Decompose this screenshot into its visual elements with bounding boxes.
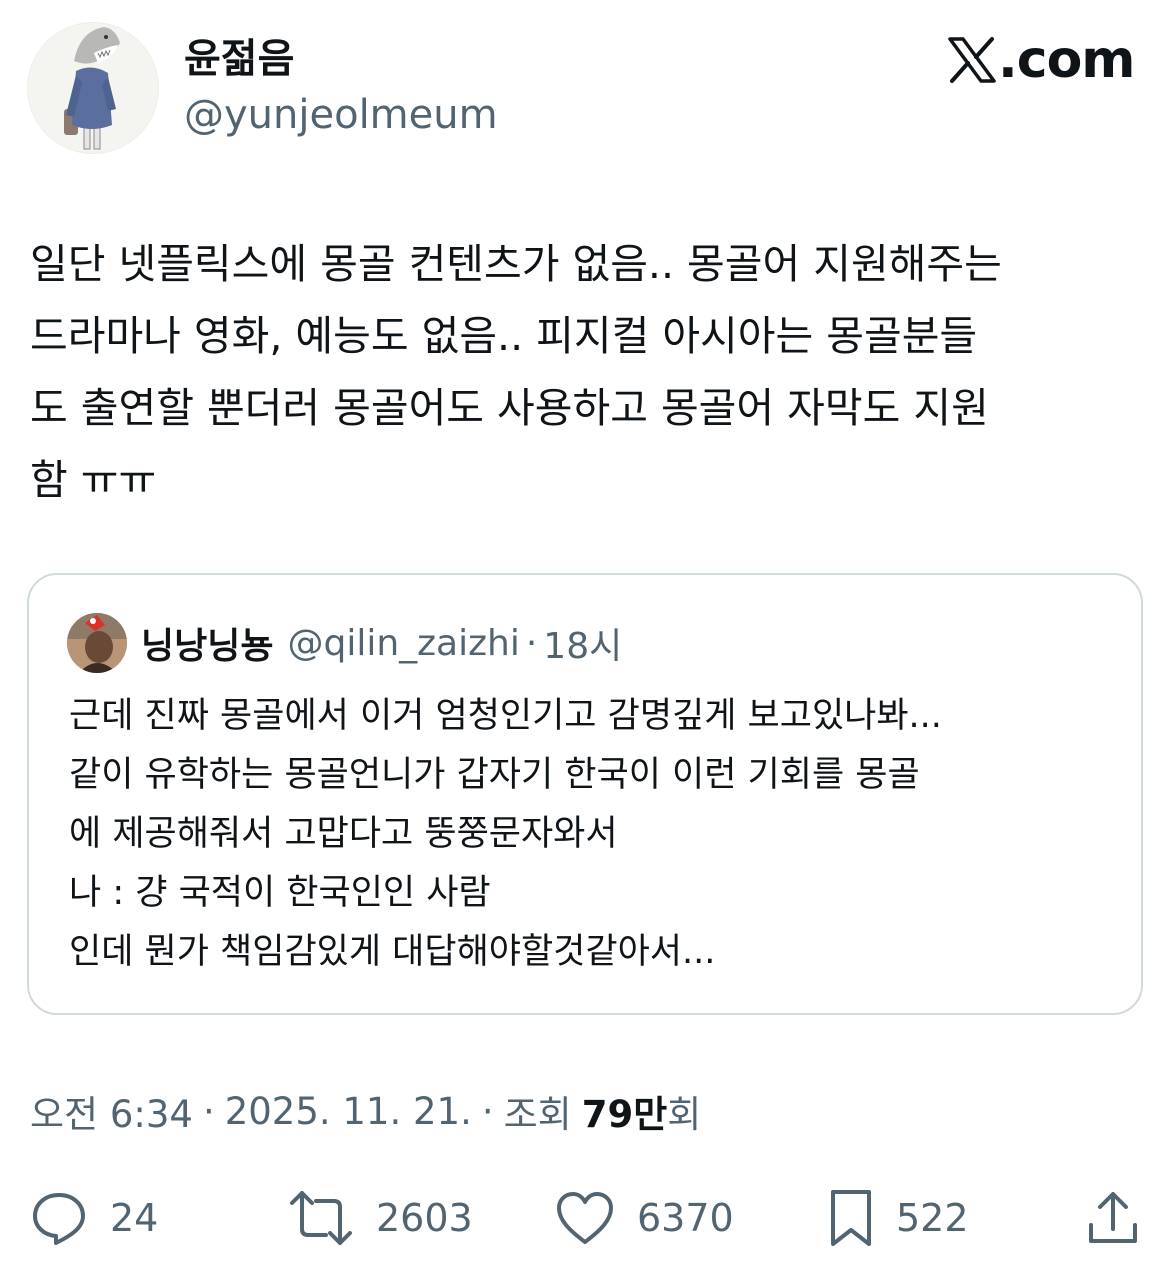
quoted-line: 근데 진짜 몽골에서 이거 엄청인기고 감명깊게 보고있나봐... bbox=[69, 696, 942, 736]
quoted-author-avatar[interactable] bbox=[67, 613, 127, 673]
quoted-header: 닝낭닝뇽 @qilin_zaizhi · 18시 bbox=[141, 617, 622, 669]
tweet-line: 함 ㅠㅠ bbox=[30, 456, 157, 504]
x-logo-icon bbox=[948, 37, 996, 83]
reply-button[interactable]: 24 bbox=[30, 1186, 158, 1250]
x-brand: .com bbox=[948, 30, 1135, 90]
quoted-tweet-card[interactable]: 닝낭닝뇽 @qilin_zaizhi · 18시 근데 진짜 몽골에서 이거 엄… bbox=[27, 573, 1143, 1015]
post-time[interactable]: 오전 6:34 bbox=[30, 1084, 193, 1138]
quoted-line: 나 : 걍 국적이 한국인인 사람 bbox=[69, 873, 491, 913]
tweet-line: 드라마나 영화, 예능도 없음.. 피지컬 아시아는 몽골분들 bbox=[30, 312, 978, 360]
author-avatar[interactable] bbox=[27, 22, 159, 154]
quoted-timestamp[interactable]: 18시 bbox=[543, 617, 622, 669]
reply-count: 24 bbox=[110, 1196, 159, 1240]
brand-domain: .com bbox=[998, 30, 1135, 90]
quoted-text: 근데 진짜 몽골에서 이거 엄청인기고 감명깊게 보고있나봐... 같이 유학하… bbox=[69, 687, 1119, 982]
quoted-line: 에 제공해줘서 고맙다고 뚱쭝문자와서 bbox=[69, 814, 618, 854]
author-name[interactable]: 윤젊음 bbox=[184, 34, 294, 84]
like-count: 6370 bbox=[637, 1196, 734, 1240]
tweet-screenshot: 윤젊음 @yunjeolmeum .com 일단 넷플릭스에 몽골 컨텐츠가 없… bbox=[0, 0, 1170, 1282]
tweet-line: 일단 넷플릭스에 몽골 컨텐츠가 없음.. 몽골어 지원해주는 bbox=[30, 240, 1002, 288]
quoted-line: 인데 뭔가 책임감있게 대답해야할것같아서... bbox=[69, 932, 716, 972]
quoted-author-name[interactable]: 닝낭닝뇽 bbox=[141, 617, 273, 669]
tweet-line: 도 출연할 뿐더러 몽골어도 사용하고 몽골어 자막도 지원 bbox=[30, 384, 989, 432]
tweet-meta: 오전 6:34 · 2025. 11. 21. · 조회 79만 회 bbox=[30, 1084, 702, 1138]
bookmark-icon bbox=[831, 1190, 871, 1246]
separator-dot: · bbox=[481, 1089, 494, 1133]
repost-icon bbox=[290, 1191, 352, 1245]
share-button[interactable] bbox=[1086, 1186, 1140, 1250]
shark-character-icon bbox=[28, 23, 158, 153]
author-handle[interactable]: @yunjeolmeum bbox=[184, 90, 498, 140]
bookmark-count: 522 bbox=[896, 1196, 969, 1240]
repost-count: 2603 bbox=[376, 1196, 473, 1240]
like-button[interactable]: 6370 bbox=[555, 1186, 734, 1250]
views-label: 조회 bbox=[503, 1093, 572, 1136]
action-bar: 24 2603 6370 522 bbox=[0, 1186, 1170, 1250]
views-suffix: 회 bbox=[667, 1093, 702, 1136]
reply-icon bbox=[33, 1193, 85, 1245]
views-count: 79만 bbox=[581, 1093, 668, 1136]
quoted-line: 같이 유학하는 몽골언니가 갑자기 한국이 이런 기회를 몽골 bbox=[69, 755, 920, 795]
tweet-text: 일단 넷플릭스에 몽골 컨텐츠가 없음.. 몽골어 지원해주는 드라마나 영화,… bbox=[30, 228, 1145, 516]
share-icon bbox=[1089, 1192, 1137, 1243]
bookmark-button[interactable]: 522 bbox=[828, 1186, 969, 1250]
separator-dot: · bbox=[202, 1089, 215, 1133]
person-photo-icon bbox=[67, 613, 127, 673]
quoted-author-handle[interactable]: @qilin_zaizhi bbox=[287, 623, 519, 664]
repost-button[interactable]: 2603 bbox=[288, 1186, 473, 1250]
separator-dot: · bbox=[525, 622, 538, 664]
post-date[interactable]: 2025. 11. 21. bbox=[225, 1090, 472, 1133]
heart-icon bbox=[557, 1192, 613, 1244]
